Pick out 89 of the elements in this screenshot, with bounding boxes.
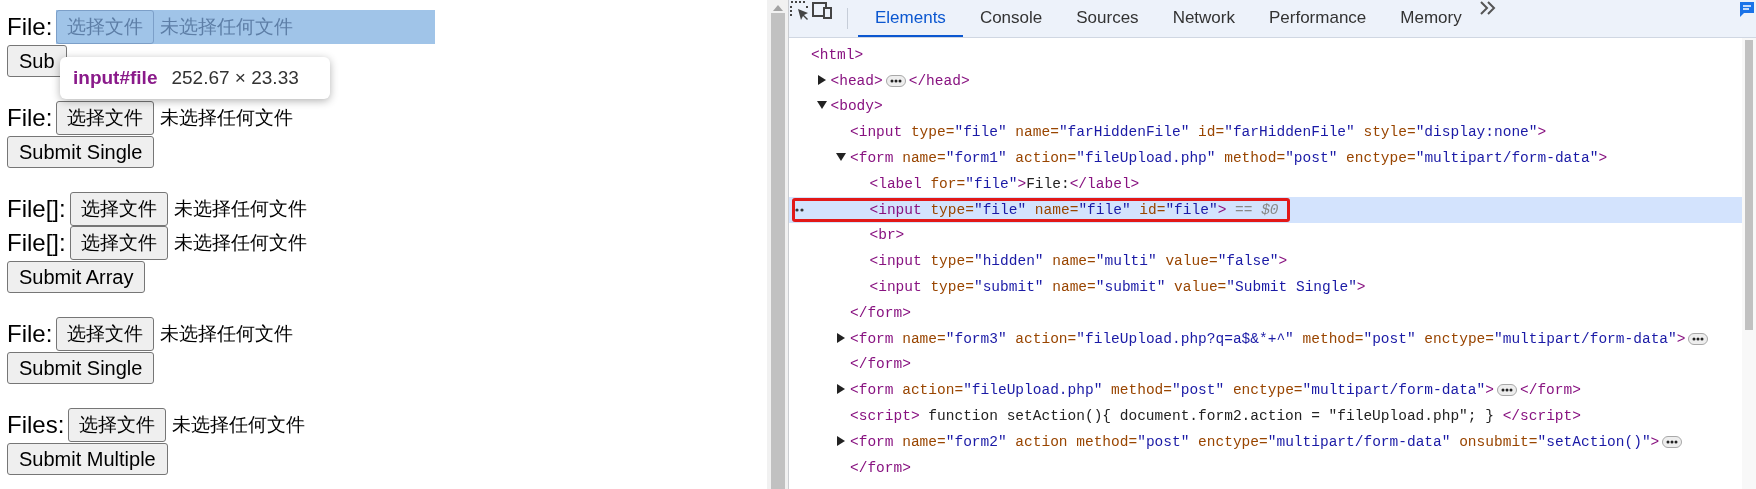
device-toolbar-icon[interactable] (811, 0, 833, 20)
selected-marker-icon (795, 207, 804, 212)
dom-tree-row[interactable]: <form name="form2" action method="post" enctype="multipart/form-data" onsubmit="setAction()"> (789, 428, 1742, 455)
disclosure-triangle-icon[interactable] (816, 74, 827, 85)
code-text: <input type="file" name="file" id="file"> == $0 (869, 201, 1279, 218)
code-text: <input type="hidden" name="multi" value="false"> (869, 253, 1288, 270)
code-text: <input type="file" name="farHiddenFile" id="farHiddenFile" style="display:none"> (850, 124, 1547, 141)
choose-file-button[interactable]: 选择文件 (69, 192, 168, 226)
file-input[interactable]: 选择文件 未选择任何文件 (69, 226, 449, 260)
devtools-tab[interactable]: Console (962, 0, 1060, 37)
code-text: </form> (850, 459, 911, 476)
ellipsis-icon (1692, 336, 1705, 341)
file-input[interactable]: 选择文件 未选择任何文件 (56, 101, 436, 135)
choose-file-button[interactable]: 选择文件 (56, 317, 155, 351)
code-text: <body> (830, 98, 883, 115)
devtools-tab[interactable]: Network (1155, 0, 1252, 37)
submit-button[interactable]: Submit Multiple (7, 443, 168, 475)
choose-file-button[interactable]: 选择文件 (56, 101, 155, 135)
more-tabs-icon[interactable] (1478, 0, 1497, 16)
field-label: File: (7, 13, 53, 41)
scrollbar-thumb[interactable] (1745, 40, 1753, 330)
devtools-tab[interactable]: Sources (1059, 0, 1156, 37)
code-text: <script> function setAction(){ document.form2.action = "fileUpload.php"; } </script> (850, 408, 1581, 425)
element-size: 252.67 × 23.33 (171, 67, 299, 89)
dom-tree-row[interactable]: <script> function setAction(){ document.form2.action = "fileUpload.php"; } </script> (789, 403, 1742, 429)
field-label: File[]: (7, 229, 66, 257)
submit-button[interactable]: Submit Array (7, 261, 146, 293)
dom-tree-row[interactable]: <input type="file" name="farHiddenFile" id="farHiddenFile" style="display:none"> (789, 119, 1742, 146)
field-label: File: (7, 104, 53, 132)
code-text: <form action="fileUpload.php" method="post" enctype="multipart/form-data"> (850, 382, 1494, 399)
inspect-element-icon[interactable] (789, 0, 811, 22)
file-status-text: 未选择任何文件 (160, 14, 294, 39)
expand-ellipsis-button[interactable] (1497, 384, 1517, 397)
file-status-text: 未选择任何文件 (173, 230, 307, 255)
disclosure-triangle-icon[interactable] (836, 384, 846, 395)
dom-tree-row[interactable]: <form name="form3" action="fileUpload.php?q=a$&*+^" method="post" enctype="multipart/form-data"> (789, 325, 1742, 352)
ellipsis-icon (889, 78, 902, 83)
choose-file-button[interactable]: 选择文件 (68, 408, 167, 442)
submit-button[interactable]: Submit Single (7, 136, 155, 168)
devtools-tab[interactable]: Performance (1252, 0, 1384, 37)
dom-tree-row[interactable]: <input type="submit" name="submit" value="Submit Single"> (789, 274, 1742, 300)
code-text: <html> (811, 46, 864, 63)
devtools-tab[interactable]: Elements (858, 0, 963, 37)
code-text: <label for="file">File:</label> (869, 175, 1140, 192)
file-input[interactable]: 选择文件 未选择任何文件 (69, 192, 449, 226)
file-input[interactable]: 选择文件 未选择任何文件 (68, 408, 448, 442)
disclosure-triangle-icon[interactable] (836, 435, 846, 446)
submit-button[interactable]: Sub (7, 45, 67, 77)
code-text: </form> (850, 356, 911, 373)
code-text: <form name="form1" action="fileUpload.php" method="post" enctype="multipart/form-data"> (850, 150, 1608, 167)
dom-tree-row[interactable]: <body> (789, 93, 1742, 120)
choose-file-button[interactable]: 选择文件 (69, 226, 168, 260)
dom-tree-row[interactable]: <form action="fileUpload.php" method="post" enctype="multipart/form-data"> </form> (789, 377, 1742, 404)
dom-tree-row[interactable]: <head> </head> (789, 67, 1742, 94)
code-text: <input type="submit" name="submit" value="Submit Single"> (869, 279, 1366, 296)
dom-tree-row[interactable]: <br> (789, 222, 1742, 249)
code-text: <form name="form3" action="fileUpload.php?q=a$&*+^" method="post" enctype="multipart/form-data"> (850, 330, 1686, 347)
disclosure-triangle-icon[interactable] (836, 332, 846, 343)
dom-tree-row[interactable]: <input type="hidden" name="multi" value="false"> (789, 248, 1742, 275)
ellipsis-icon (1666, 439, 1679, 444)
expand-ellipsis-button[interactable] (1688, 332, 1709, 345)
code-text: </head> (908, 72, 970, 89)
dom-tree-row[interactable]: <html> (789, 42, 1742, 68)
field-label: File: (7, 320, 53, 348)
expand-ellipsis-button[interactable] (1662, 435, 1683, 448)
dom-tree-row[interactable]: <form name="form1" action="fileUpload.php" method="post" enctype="multipart/form-data"> (789, 145, 1742, 171)
submit-button[interactable]: Submit Single (7, 352, 155, 384)
dom-tree-row[interactable]: <input type="file" name="file" id="file"> == $0 (789, 196, 1742, 223)
devtools-tab[interactable]: Memory (1383, 0, 1479, 37)
code-text: <br> (869, 227, 905, 244)
code-text: <head> (830, 72, 883, 89)
chat-icon[interactable] (1738, 0, 1756, 18)
file-input[interactable]: 选择文件 未选择任何文件 (56, 317, 436, 351)
code-text: <form name="form2" action method="post" enctype="multipart/form-data" onsubmit="setAction()"> (850, 433, 1660, 450)
file-status-text: 未选择任何文件 (160, 105, 294, 130)
ellipsis-icon (1501, 388, 1513, 393)
expand-ellipsis-button[interactable] (885, 74, 906, 87)
scrollbar-thumb[interactable] (771, 13, 785, 489)
code-text: </form> (850, 304, 911, 321)
field-label: Files: (7, 411, 65, 439)
field-label: File[]: (7, 195, 66, 223)
dom-tree-row[interactable]: <label for="file">File:</label> (789, 171, 1742, 197)
disclosure-triangle-icon[interactable] (816, 100, 827, 111)
file-status-text: 未选择任何文件 (160, 321, 294, 346)
code-text: </form> (1520, 382, 1581, 399)
disclosure-triangle-icon[interactable] (836, 152, 846, 163)
element-selector: input#file (73, 67, 158, 89)
file-status-text: 未选择任何文件 (173, 196, 307, 221)
file-status-text: 未选择任何文件 (172, 412, 306, 437)
